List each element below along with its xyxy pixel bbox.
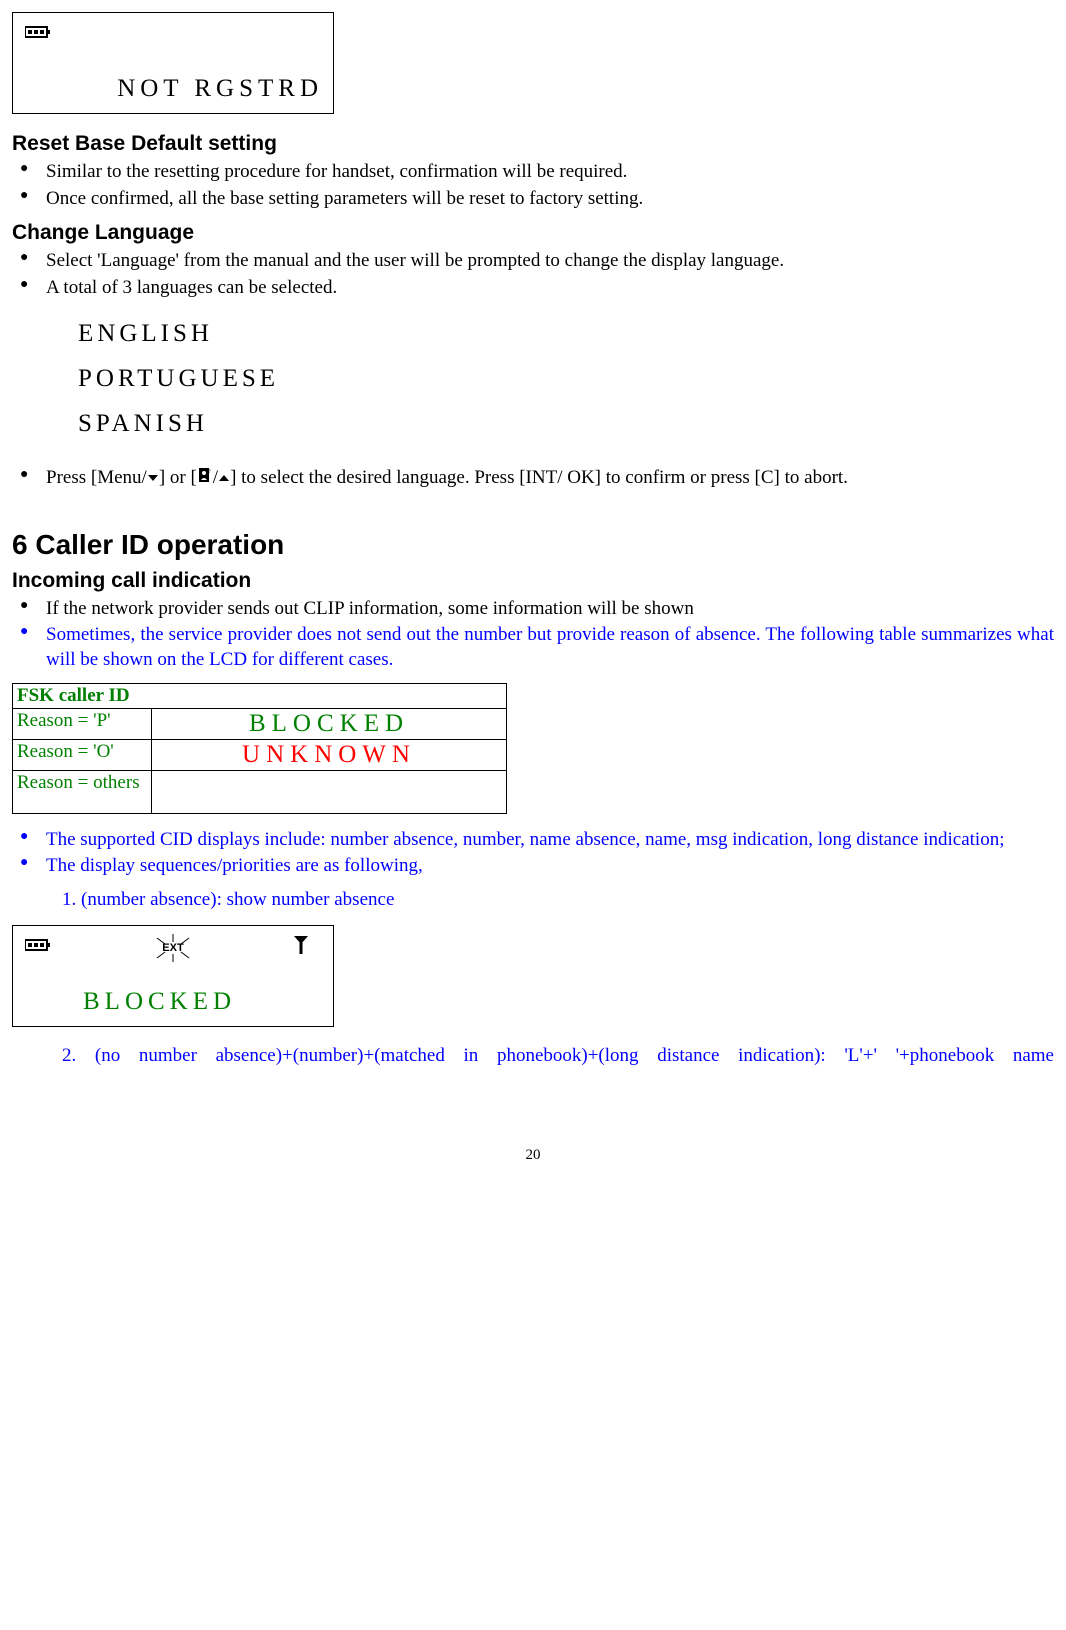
table-row: Reason = 'O' UNKNOWN — [13, 739, 507, 770]
lang-bullets: Select 'Language' from the manual and th… — [12, 249, 1054, 300]
language-option: PORTUGUESE — [78, 356, 1054, 401]
display-cell: BLOCKED — [152, 708, 507, 739]
ext-label: EXT — [145, 942, 201, 954]
lcd-text: NOT RGSTRD — [13, 75, 333, 103]
text: ] or [ — [159, 467, 197, 488]
language-option: ENGLISH — [78, 311, 1054, 356]
battery-icon — [25, 936, 51, 958]
lcd-text: BLOCKED — [13, 988, 333, 1016]
sequence-2: 2. (no number absence)+(number)+(matched… — [12, 1045, 1054, 1067]
sequence-1: 1. (number absence): show number absence — [12, 889, 1054, 911]
phonebook-icon: ? — [198, 466, 212, 491]
lcd-not-registered: NOT RGSTRD — [12, 12, 334, 114]
cid-bullets: The supported CID displays include: numb… — [12, 828, 1054, 879]
reset-bullets: Similar to the resetting procedure for h… — [12, 160, 1054, 211]
bullet-item: The supported CID displays include: numb… — [12, 828, 1054, 853]
reason-cell: Reason = others — [13, 770, 152, 813]
up-triangle-icon — [219, 466, 229, 491]
svg-text:?: ? — [208, 469, 211, 475]
display-cell — [152, 770, 507, 813]
heading-reset: Reset Base Default setting — [12, 132, 1054, 156]
bullet-item: The display sequences/priorities are as … — [12, 854, 1054, 879]
bullet-item: A total of 3 languages can be selected. — [12, 276, 1054, 301]
table-row: Reason = others — [13, 770, 507, 813]
bullet-item: Select 'Language' from the manual and th… — [12, 249, 1054, 274]
display-cell: UNKNOWN — [152, 739, 507, 770]
table-header: FSK caller ID — [13, 683, 507, 708]
ext-flash-icon: EXT — [145, 932, 201, 970]
down-triangle-icon — [148, 466, 158, 491]
language-list: ENGLISH PORTUGUESE SPANISH — [78, 311, 1054, 446]
battery-icon — [25, 23, 51, 45]
fsk-caller-id-table: FSK caller ID Reason = 'P' BLOCKED Reaso… — [12, 683, 507, 814]
text: to select the desired language. Press [I… — [236, 467, 848, 488]
bullet-item: Sometimes, the service provider does not… — [12, 623, 1054, 672]
language-option: SPANISH — [78, 401, 1054, 446]
bullet-item: Press [Menu/] or [?/] to select the desi… — [12, 466, 1054, 491]
heading-chapter-6: 6 Caller ID operation — [12, 529, 1054, 561]
table-row: Reason = 'P' BLOCKED — [13, 708, 507, 739]
bullet-item: Once confirmed, all the base setting par… — [12, 187, 1054, 212]
heading-incoming: Incoming call indication — [12, 569, 1054, 593]
bullet-item: If the network provider sends out CLIP i… — [12, 597, 1054, 622]
lcd-blocked: EXT BLOCKED — [12, 925, 334, 1027]
bullet-item: Similar to the resetting procedure for h… — [12, 160, 1054, 185]
incoming-bullets: If the network provider sends out CLIP i… — [12, 597, 1054, 673]
reason-cell: Reason = 'O' — [13, 739, 152, 770]
page-number: 20 — [12, 1147, 1054, 1164]
text: / — [213, 467, 218, 488]
antenna-icon — [294, 936, 308, 960]
text: Press [Menu/ — [46, 467, 147, 488]
lang-instruction-bullets: Press [Menu/] or [?/] to select the desi… — [12, 466, 1054, 491]
reason-cell: Reason = 'P' — [13, 708, 152, 739]
heading-change-language: Change Language — [12, 221, 1054, 245]
